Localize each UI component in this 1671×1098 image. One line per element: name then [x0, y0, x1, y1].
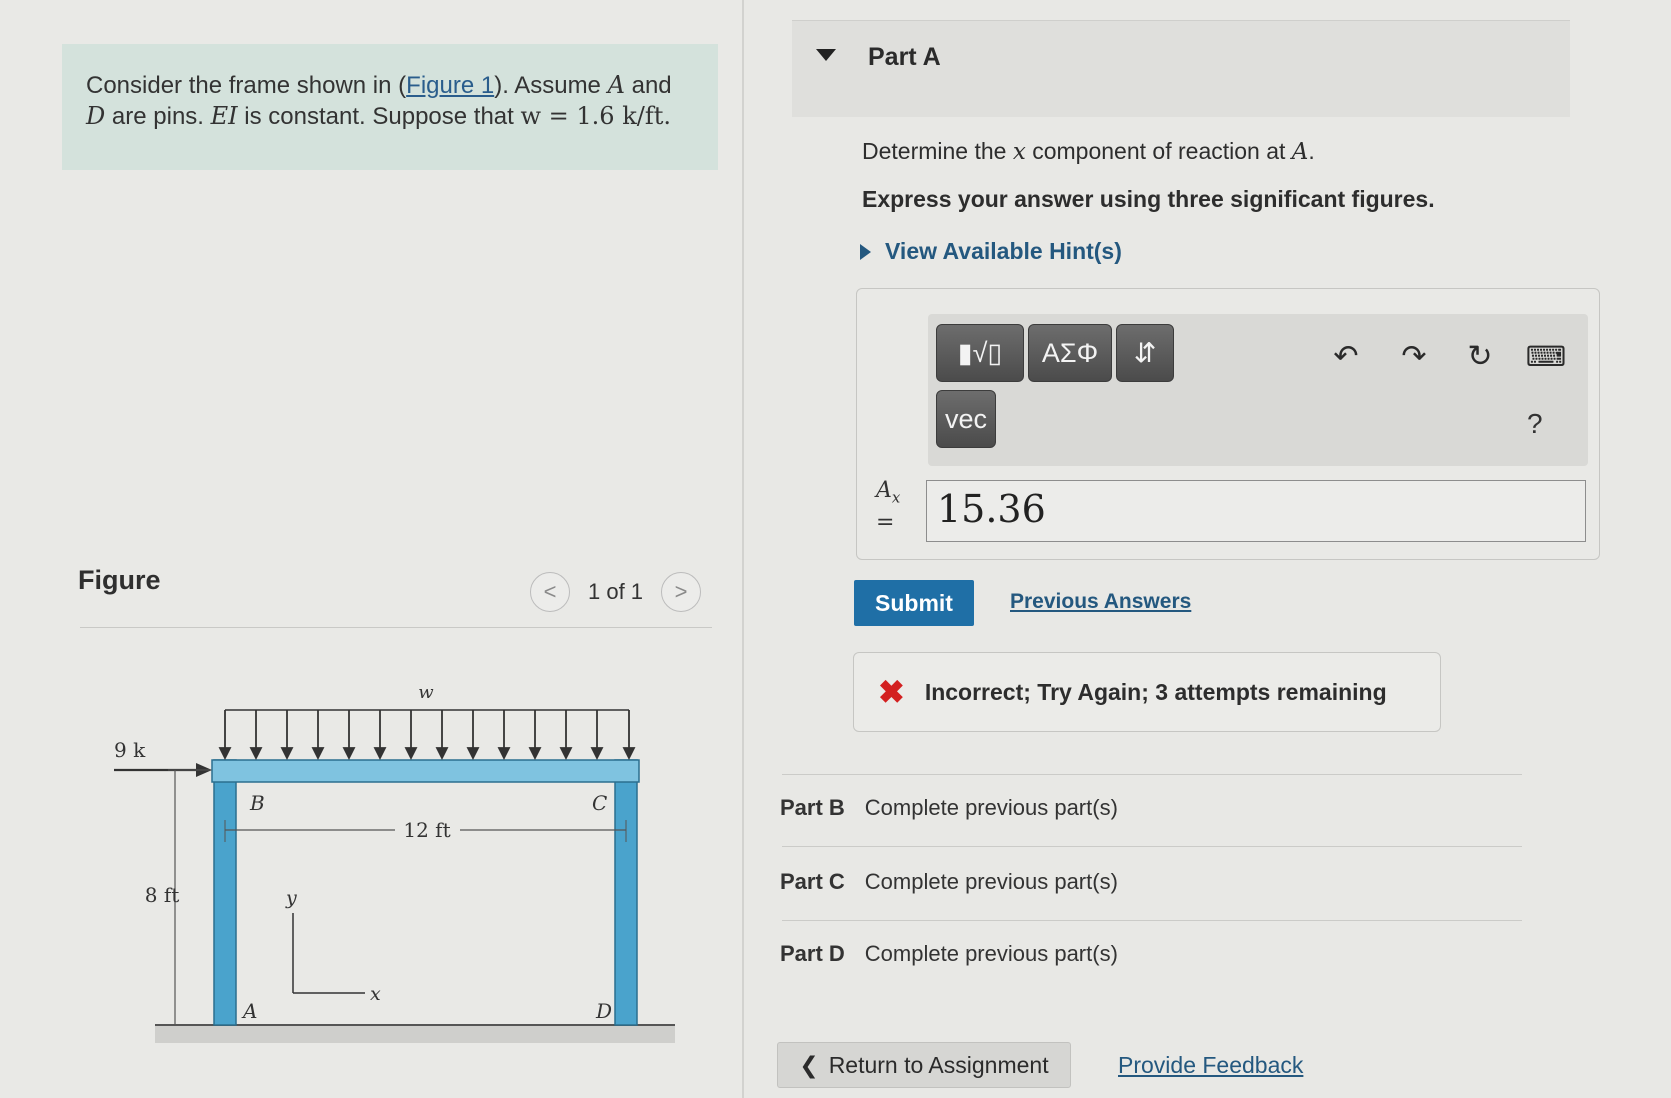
question-var: x — [1012, 139, 1026, 165]
greek-button[interactable]: ΑΣΦ — [1028, 324, 1112, 382]
feedback-text: Incorrect; Try Again; 3 attempts remaini… — [924, 678, 1387, 705]
force-label: 9 k — [114, 738, 146, 762]
part-a-title: Part A — [868, 43, 941, 71]
part-c-status: Complete previous part(s) — [864, 869, 1118, 894]
redo-button[interactable]: ↷ — [1394, 336, 1434, 376]
return-to-assignment-button[interactable]: ❮ Return to Assignment — [777, 1042, 1071, 1088]
problem-text-2: ). Assume — [494, 72, 608, 99]
problem-text-4: is constant. Suppose that — [237, 103, 521, 130]
reset-icon: ↻ — [1467, 339, 1493, 373]
next-figure-button[interactable]: > — [661, 572, 702, 612]
undo-button[interactable]: ↶ — [1326, 336, 1366, 376]
part-divider — [782, 774, 1522, 775]
ground-hatch — [155, 1025, 675, 1043]
figure-title: Figure — [78, 565, 161, 595]
joint-b-label: B — [249, 791, 265, 815]
column-cd — [614, 759, 638, 1026]
part-a-header[interactable]: Part A — [792, 20, 1570, 117]
part-b-status: Complete previous part(s) — [864, 795, 1118, 820]
beam-bc — [211, 759, 640, 783]
var-ei: EI — [210, 102, 238, 130]
view-hints-label: View Available Hint(s) — [885, 238, 1122, 264]
load-arrows — [218, 710, 636, 761]
part-d-label: Part D — [780, 941, 845, 966]
answer-label: Ax = — [876, 478, 900, 536]
return-label: Return to Assignment — [828, 1051, 1049, 1078]
answer-label-var: A — [876, 478, 892, 503]
problem-text-and: and — [624, 72, 672, 99]
y-axis-label: y — [285, 887, 297, 909]
problem-text-3: are pins. — [105, 103, 211, 130]
answer-label-sub: x — [891, 488, 901, 507]
math-toolbar: ▮√▯ ΑΣΦ ⇵ vec ↶ ↷ ↻ ⌨ — [928, 314, 1588, 466]
span-label: 12 ft — [403, 818, 450, 842]
question-point: A — [1291, 139, 1309, 165]
vec-label: vec — [944, 403, 988, 434]
prev-figure-button[interactable]: < — [530, 572, 570, 612]
var-a: A — [607, 71, 625, 99]
greek-icon: ΑΣΦ — [1041, 337, 1099, 368]
view-hints-toggle[interactable]: View Available Hint(s) — [860, 238, 1122, 265]
question-text: Determine the x component of reaction at… — [862, 138, 1315, 165]
part-divider — [782, 920, 1522, 921]
figure-counter: 1 of 1 — [588, 579, 644, 604]
keyboard-button[interactable]: ⌨ — [1526, 336, 1566, 376]
reset-button[interactable]: ↻ — [1460, 336, 1500, 376]
instruction-text: Express your answer using three signific… — [862, 186, 1435, 212]
joint-c-label: C — [592, 791, 607, 815]
part-d-row[interactable]: Part D Complete previous part(s) — [780, 941, 1118, 967]
chevron-right-icon: > — [674, 579, 688, 604]
question-prefix: Determine the — [862, 138, 1013, 164]
part-c-row[interactable]: Part C Complete previous part(s) — [780, 869, 1118, 895]
part-b-label: Part B — [780, 795, 845, 820]
figure-link[interactable]: Figure 1 — [406, 72, 494, 99]
problem-text-1: Consider the frame shown in ( — [86, 72, 407, 99]
support-a-label: A — [241, 999, 257, 1023]
templates-button[interactable]: ▮√▯ — [936, 324, 1024, 382]
load-expression: w = 1.6 k/ft. — [520, 102, 671, 130]
previous-answers-link[interactable]: Previous Answers — [1010, 590, 1191, 614]
answer-label-eq: = — [876, 510, 895, 536]
keyboard-icon: ⌨ — [1525, 340, 1567, 372]
problem-statement: Consider the frame shown in (Figure 1). … — [62, 44, 718, 170]
x-axis-label: x — [370, 983, 381, 1005]
submit-button[interactable]: Submit — [854, 580, 974, 626]
question-mid: component of reaction at — [1025, 138, 1292, 164]
arrows-icon: ⇵ — [1133, 337, 1157, 368]
var-d: D — [86, 102, 106, 130]
part-d-status: Complete previous part(s) — [864, 941, 1118, 966]
chevron-left-icon: < — [543, 579, 557, 604]
caret-down-icon — [816, 49, 836, 61]
error-x-icon: ✖ — [878, 674, 905, 710]
templates-icon: ▮√▯ — [957, 337, 1003, 368]
column-ab — [213, 759, 237, 1026]
figure-divider — [80, 627, 712, 628]
help-button[interactable]: ? — [1527, 408, 1543, 440]
answer-input[interactable]: 15.36 — [926, 480, 1586, 542]
load-label: w — [418, 682, 434, 703]
chevron-left-icon: ❮ — [799, 1051, 819, 1078]
redo-icon: ↷ — [1401, 339, 1427, 373]
feedback-message: ✖ Incorrect; Try Again; 3 attempts remai… — [853, 652, 1441, 732]
frame-figure: w 9 k 8 ft 12 ft B C A D y x — [114, 682, 675, 1043]
height-label: 8 ft — [145, 883, 180, 907]
figure-nav: < 1 of 1 > — [530, 572, 702, 612]
part-c-label: Part C — [780, 869, 845, 894]
part-b-row[interactable]: Part B Complete previous part(s) — [780, 795, 1118, 821]
caret-right-icon — [860, 243, 871, 260]
undo-icon: ↶ — [1333, 339, 1359, 373]
support-d-label: D — [595, 999, 612, 1023]
arrows-button[interactable]: ⇵ — [1116, 324, 1174, 382]
provide-feedback-link[interactable]: Provide Feedback — [1118, 1052, 1303, 1079]
question-end: . — [1308, 138, 1315, 164]
vec-button[interactable]: vec — [936, 390, 996, 448]
part-divider — [782, 846, 1522, 847]
